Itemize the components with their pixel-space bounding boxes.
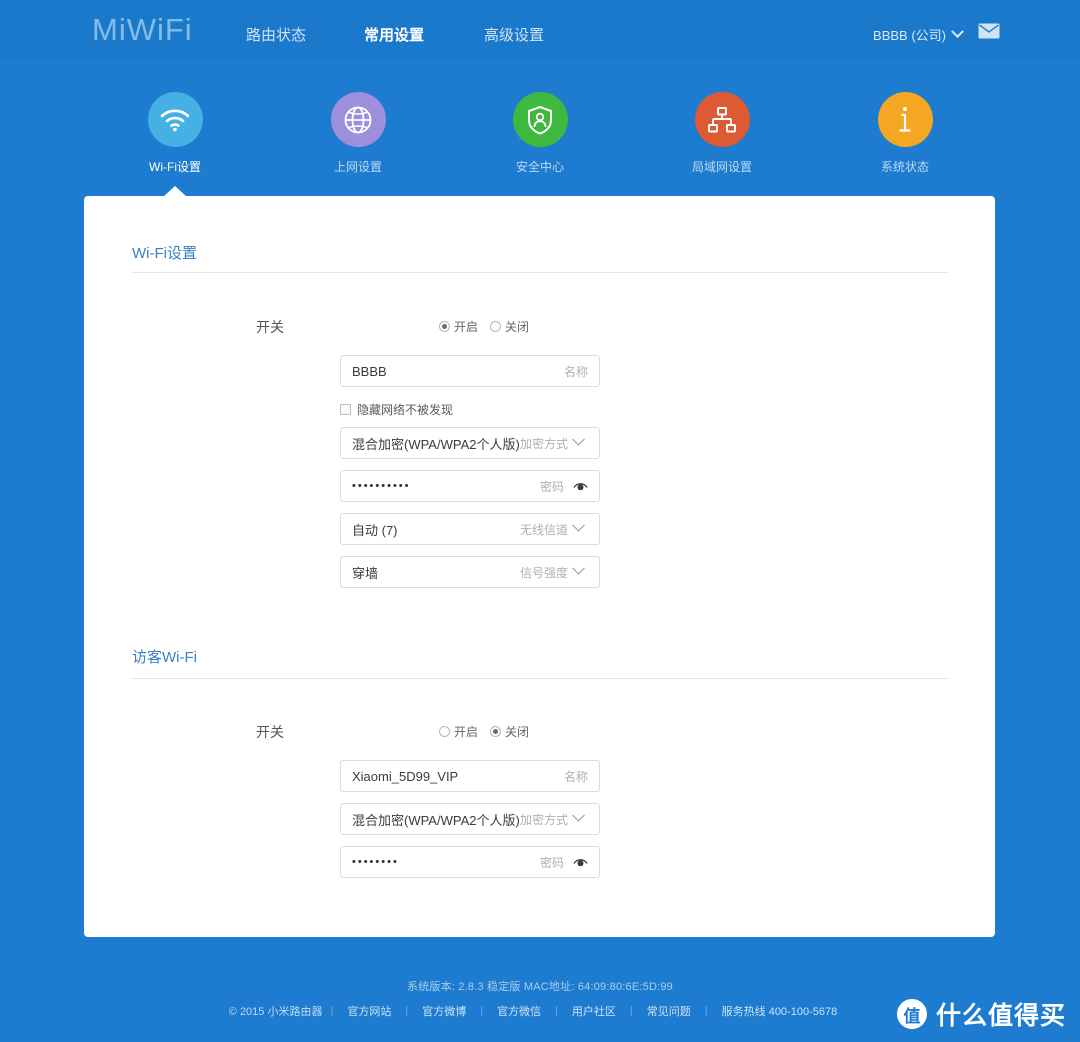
guest-password-field[interactable]: •••••••• 密码	[340, 846, 600, 878]
iconnav-label: Wi-Fi设置	[149, 160, 201, 174]
nav-advanced-settings[interactable]: 高级设置	[484, 24, 544, 45]
guest-password-value[interactable]: ••••••••	[341, 856, 540, 868]
watermark-text: 什么值得买	[935, 1002, 1066, 1030]
iconnav-internet-settings[interactable]: 上网设置	[298, 92, 418, 175]
guest-switch-off-radio[interactable]	[490, 726, 502, 737]
guest-ssid-value[interactable]: Xiaomi_5D99_VIP	[341, 769, 564, 784]
footer-link-faq[interactable]: 常见问题	[633, 1003, 705, 1019]
iconnav-wifi-settings[interactable]: Wi-Fi设置	[115, 92, 235, 175]
wifi-switch-on-label[interactable]: 开启	[454, 318, 478, 335]
chevron-down-icon[interactable]	[572, 561, 585, 575]
wifi-switch-label: 开关	[256, 319, 284, 335]
guest-encryption-select[interactable]: 混合加密(WPA/WPA2个人版) 加密方式	[340, 803, 600, 835]
wifi-channel-hint: 无线信道	[519, 522, 568, 537]
guest-section-divider	[131, 678, 949, 679]
watermark: 值 什么值得买	[896, 996, 1066, 1032]
wifi-icon-circle	[147, 92, 203, 147]
wifi-encryption-value[interactable]: 混合加密(WPA/WPA2个人版)	[341, 434, 520, 453]
guest-switch-off-label[interactable]: 关闭	[505, 723, 529, 740]
guest-switch-on-label[interactable]: 开启	[454, 723, 478, 740]
top-navigation-bar: MiWiFi 路由状态 常用设置 高级设置 BBBB (公司)	[0, 0, 1080, 58]
nav-common-settings[interactable]: 常用设置	[364, 24, 424, 45]
iconnav-label: 上网设置	[333, 160, 382, 174]
iconnav-label: 局域网设置	[691, 160, 752, 174]
router-admin-page: MiWiFi 路由状态 常用设置 高级设置 BBBB (公司) Wi-Fi设置	[0, 0, 1080, 1042]
wifi-ssid-value[interactable]: BBBB	[341, 364, 564, 379]
globe-icon	[344, 106, 372, 133]
network-icon-circle	[694, 92, 750, 147]
footer-link-official-site[interactable]: 官方网站	[333, 1003, 405, 1019]
info-icon	[899, 106, 911, 132]
account-name: BBBB (公司)	[873, 28, 946, 43]
wifi-switch-on-radio[interactable]	[439, 321, 450, 332]
section-icon-nav: Wi-Fi设置 上网设置 安全中心 局域网设置 系统状态	[0, 92, 1080, 182]
nav-router-status[interactable]: 路由状态	[246, 24, 306, 45]
wifi-icon	[160, 109, 190, 131]
iconnav-system-status[interactable]: 系统状态	[845, 92, 965, 175]
footer-link-community[interactable]: 用户社区	[558, 1003, 630, 1019]
miwifi-logo: MiWiFi	[92, 12, 193, 47]
wifi-encryption-select[interactable]: 混合加密(WPA/WPA2个人版) 加密方式	[340, 427, 600, 459]
iconnav-lan-settings[interactable]: 局域网设置	[662, 92, 782, 175]
wifi-hide-network-label[interactable]: 隐藏网络不被发现	[357, 401, 453, 418]
wifi-password-value[interactable]: ••••••••••	[341, 480, 540, 492]
wifi-ssid-field[interactable]: BBBB 名称	[340, 355, 600, 387]
wifi-section-title: Wi-Fi设置	[132, 245, 197, 262]
wifi-encryption-hint: 加密方式	[519, 436, 568, 451]
guest-encryption-value[interactable]: 混合加密(WPA/WPA2个人版)	[341, 810, 520, 829]
wifi-switch-radio-group[interactable]: 开启 关闭	[439, 318, 537, 335]
guest-switch-label: 开关	[256, 724, 284, 740]
wifi-switch-off-label[interactable]: 关闭	[505, 318, 529, 335]
footer-copyright: © 2015 小米路由器	[228, 1006, 323, 1018]
guest-switch-on-radio[interactable]	[439, 726, 450, 737]
footer-link-weibo[interactable]: 官方微博	[408, 1003, 480, 1019]
chevron-down-icon[interactable]	[572, 432, 585, 446]
wifi-channel-select[interactable]: 自动 (7) 无线信道	[340, 513, 600, 545]
mail-icon[interactable]	[978, 23, 1000, 39]
guest-encryption-hint: 加密方式	[519, 812, 568, 827]
shield-icon-circle	[512, 92, 568, 147]
chevron-down-icon	[951, 25, 964, 39]
eye-icon[interactable]	[573, 857, 588, 868]
info-icon-circle	[877, 92, 933, 147]
wifi-channel-value[interactable]: 自动 (7)	[341, 520, 520, 539]
wifi-hide-network-checkbox[interactable]	[340, 404, 351, 415]
network-topology-icon	[708, 106, 736, 132]
guest-ssid-field[interactable]: Xiaomi_5D99_VIP 名称	[340, 760, 600, 792]
eye-icon[interactable]	[573, 481, 588, 492]
wifi-password-hint: 密码	[539, 479, 564, 494]
wifi-switch-off-radio[interactable]	[490, 321, 502, 332]
settings-card: Wi-Fi设置 开关 开启 关闭 BBBB 名称 隐藏网络不被发现 混合加密(W…	[84, 196, 995, 937]
iconnav-label: 安全中心	[515, 160, 564, 174]
wifi-password-field[interactable]: •••••••••• 密码	[340, 470, 600, 502]
watermark-badge-icon: 值	[896, 999, 927, 1029]
guest-password-hint: 密码	[539, 855, 564, 870]
iconnav-security-center[interactable]: 安全中心	[480, 92, 600, 175]
chevron-down-icon[interactable]	[572, 808, 585, 822]
system-info-text: 系统版本: 2.8.3 稳定版 MAC地址: 64:09:80:6E:5D:99	[407, 981, 673, 993]
guest-switch-radio-group[interactable]: 开启 关闭	[439, 723, 537, 740]
guest-section-title: 访客Wi-Fi	[132, 649, 197, 666]
shield-user-icon	[528, 105, 552, 135]
globe-icon-circle	[330, 92, 386, 147]
wifi-hide-network-checkbox-row[interactable]: 隐藏网络不被发现	[340, 401, 453, 418]
footer-link-hotline[interactable]: 服务热线 400-100-5678	[708, 1003, 852, 1019]
account-menu[interactable]: BBBB (公司)	[873, 25, 964, 44]
wifi-signal-strength-value[interactable]: 穿墙	[341, 563, 520, 582]
wifi-signal-strength-hint: 信号强度	[519, 565, 568, 580]
footer-link-wechat[interactable]: 官方微信	[483, 1003, 555, 1019]
guest-ssid-hint: 名称	[563, 769, 588, 784]
iconnav-label: 系统状态	[880, 160, 929, 174]
wifi-ssid-hint: 名称	[563, 364, 588, 379]
chevron-down-icon[interactable]	[572, 518, 585, 532]
wifi-signal-strength-select[interactable]: 穿墙 信号强度	[340, 556, 600, 588]
wifi-section-divider	[131, 272, 949, 273]
